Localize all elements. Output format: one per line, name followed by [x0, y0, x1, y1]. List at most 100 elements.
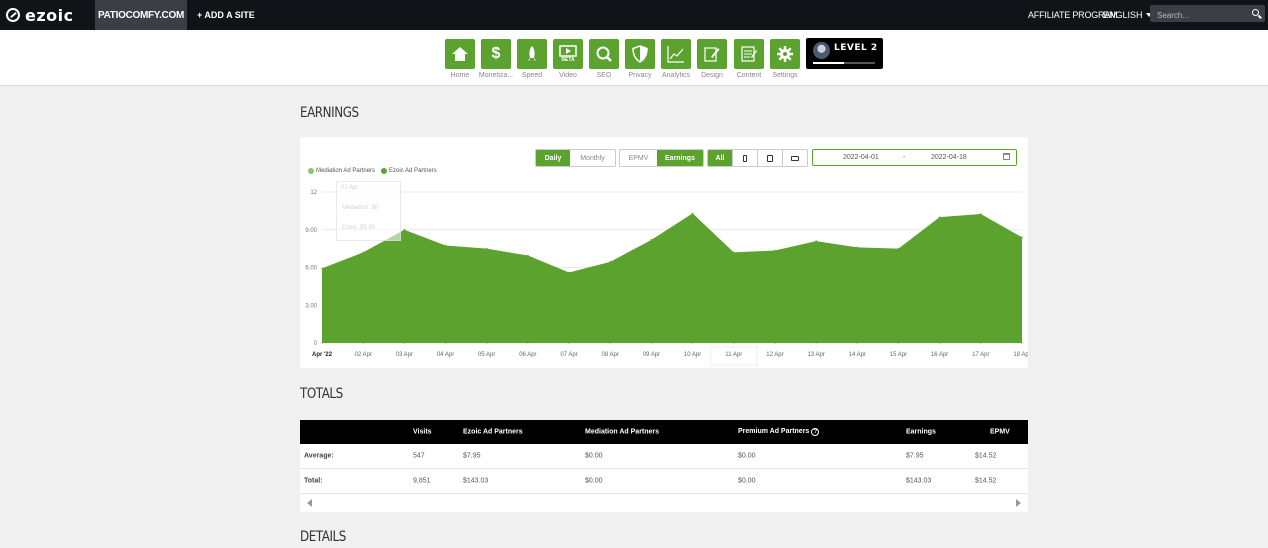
- data-point[interactable]: [897, 247, 900, 250]
- column-header[interactable]: Earnings: [906, 429, 936, 436]
- details-title: DETAILS: [300, 529, 346, 545]
- table-cell: $14.52: [975, 452, 997, 460]
- x-tick-label: 06 Apr: [519, 352, 536, 358]
- table-cell: $14.52: [975, 477, 997, 485]
- data-point[interactable]: [774, 249, 776, 252]
- data-point[interactable]: [321, 267, 323, 270]
- magnifier-icon: [589, 39, 619, 69]
- document-icon: [734, 39, 764, 69]
- data-point[interactable]: [362, 251, 364, 254]
- data-point[interactable]: [403, 228, 406, 231]
- search-input[interactable]: [1150, 7, 1245, 24]
- data-point[interactable]: [691, 212, 694, 215]
- level-label: LEVEL 2: [834, 43, 878, 53]
- data-point[interactable]: [1021, 236, 1023, 239]
- series-area-1[interactable]: [322, 213, 1022, 343]
- dollar-icon: $: [481, 39, 511, 69]
- tooltip-mediation: Mediation: $0: [342, 205, 379, 211]
- nav-design[interactable]: Design: [697, 39, 727, 79]
- data-point[interactable]: [650, 239, 653, 241]
- search-icon[interactable]: [1252, 9, 1259, 16]
- beta-badge: BETA: [561, 57, 575, 63]
- tooltip-ezoic: Ezoic: $5.93: [342, 225, 376, 231]
- column-header[interactable]: Visits: [413, 429, 432, 436]
- x-tick-label: 18 Apr: [1013, 352, 1028, 358]
- y-tick-label: 3.00: [305, 303, 317, 309]
- line-chart-icon: [661, 39, 691, 69]
- y-tick-label: 9.00: [305, 228, 317, 234]
- table-cell: $0.00: [585, 477, 603, 485]
- table-cell: 9,851: [413, 477, 431, 485]
- logo-icon: [6, 8, 20, 22]
- column-header[interactable]: Ezoic Ad Partners: [463, 429, 523, 436]
- row-label: Total:: [304, 477, 323, 485]
- level-progress-bar: [813, 62, 875, 64]
- x-tick-label: Apr '22: [312, 352, 333, 358]
- data-point[interactable]: [856, 246, 859, 249]
- scroll-left-icon[interactable]: [307, 499, 312, 507]
- x-tick-label: 13 Apr: [807, 352, 824, 358]
- table-cell: $143.03: [463, 477, 489, 485]
- earnings-chart-card: Daily Monthly EPMV Earnings All 2022-04-…: [300, 137, 1028, 368]
- x-tick-label: 15 Apr: [890, 352, 907, 358]
- level-badge[interactable]: LEVEL 2: [806, 38, 883, 69]
- x-tick-label: 08 Apr: [602, 352, 619, 358]
- language-dropdown[interactable]: ENGLISH: [1103, 0, 1152, 30]
- table-row: Average: 547 $7.95 $0.00 $0.00 $7.95 $14…: [300, 444, 1028, 469]
- x-tick-label: 12 Apr: [766, 352, 783, 358]
- column-header-label: Premium Ad Partners: [738, 428, 810, 435]
- rocket-icon: [517, 39, 547, 69]
- add-site-link[interactable]: + ADD A SITE: [197, 0, 255, 30]
- data-point[interactable]: [609, 261, 612, 263]
- nav-settings[interactable]: Settings: [770, 39, 800, 79]
- main-nav: Home $ Monetiza... Speed BETA Video SEO …: [0, 30, 1268, 86]
- site-selector-tab[interactable]: PATIOCOMFY.COM: [95, 0, 187, 30]
- logo-text: ezoic: [25, 5, 74, 25]
- avatar: [813, 42, 830, 59]
- data-point[interactable]: [815, 240, 817, 242]
- home-icon: [445, 39, 475, 69]
- top-bar: ezoic PATIOCOMFY.COM + ADD A SITE AFFILI…: [0, 0, 1268, 30]
- x-tick-label: 07 Apr: [560, 352, 577, 358]
- chart-tooltip: 01 Apr Mediation: $0 Ezoic: $5.93: [336, 181, 401, 241]
- x-tick-label: 04 Apr: [437, 352, 454, 358]
- table-cell: 547: [413, 452, 425, 460]
- gear-icon: [770, 39, 800, 69]
- data-point[interactable]: [444, 244, 447, 247]
- table-row: Total: 9,851 $143.03 $0.00 $0.00 $143.03…: [300, 469, 1028, 494]
- table-cell: $0.00: [585, 452, 603, 460]
- search-box: [1150, 5, 1265, 24]
- column-header[interactable]: Mediation Ad Partners: [585, 429, 659, 436]
- data-point[interactable]: [938, 216, 941, 218]
- scroll-right-icon[interactable]: [1016, 499, 1021, 507]
- shield-icon: [625, 39, 655, 69]
- y-tick-label: 0: [314, 341, 318, 347]
- column-header[interactable]: Premium Ad Partners?: [738, 428, 820, 436]
- x-tick-label: 17 Apr: [972, 352, 989, 358]
- level-progress-fill: [813, 62, 844, 64]
- data-point[interactable]: [980, 213, 982, 215]
- totals-title: TOTALS: [300, 386, 343, 402]
- pencil-icon: [697, 39, 727, 69]
- video-icon: BETA: [553, 39, 583, 69]
- column-header[interactable]: EPMV: [990, 429, 1010, 436]
- earnings-area-chart: 0 3.00 6.00 9.00 12 Apr '22 02 Apr 03 Apr 04 Apr…: [305, 190, 1028, 366]
- data-point[interactable]: [527, 254, 529, 257]
- table-cell: $0.00: [738, 452, 756, 460]
- data-point[interactable]: [568, 271, 570, 274]
- horizontal-scrollbar[interactable]: [300, 494, 1028, 512]
- totals-table: Visits Ezoic Ad Partners Mediation Ad Pa…: [300, 420, 1028, 512]
- x-tick-label: 02 Apr: [354, 352, 371, 358]
- data-point[interactable]: [485, 247, 488, 250]
- nav-label: Settings: [772, 72, 798, 79]
- ezoic-logo[interactable]: ezoic: [6, 5, 74, 25]
- language-label: ENGLISH: [1103, 10, 1143, 20]
- data-point[interactable]: [732, 251, 735, 254]
- table-header-row: Visits Ezoic Ad Partners Mediation Ad Pa…: [300, 420, 1028, 444]
- table-cell: $7.95: [463, 452, 481, 460]
- x-tick-label: 11 Apr: [725, 352, 742, 358]
- x-tick-label: 10 Apr: [684, 352, 701, 358]
- y-tick-label: 6.00: [305, 266, 317, 272]
- help-icon[interactable]: ?: [811, 428, 820, 436]
- x-tick-label: 03 Apr: [396, 352, 413, 358]
